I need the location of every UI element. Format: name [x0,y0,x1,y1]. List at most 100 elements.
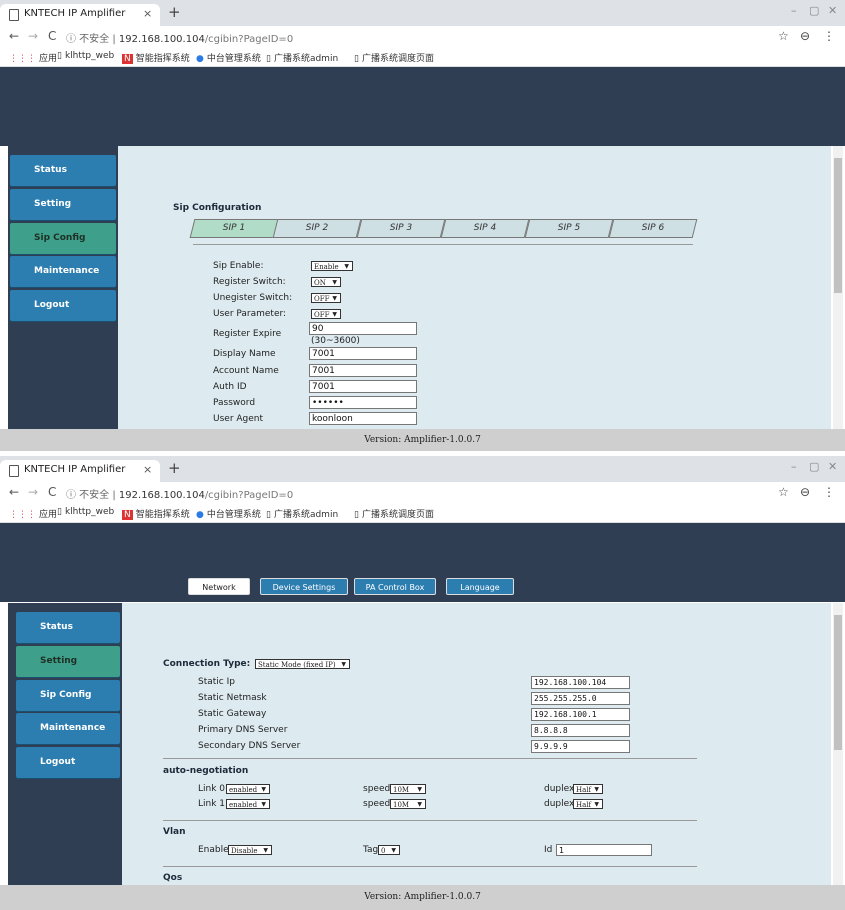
dropdown-arrow-icon: ▼ [261,786,266,793]
minimize-icon[interactable]: – [791,460,797,473]
bookmark-broadcast-dispatch[interactable]: ▯ 广播系统调度页面 [354,507,434,520]
account-icon[interactable]: ⊖ [800,485,810,499]
speed1-select[interactable]: 10M ▼ [390,799,426,809]
bookmark-zhongtai[interactable]: ● 中台管理系统 [196,51,261,64]
tab-language[interactable]: Language [446,578,514,595]
tab-sip-3[interactable]: SIP 3 [356,219,446,238]
forward-icon[interactable]: → [28,485,38,499]
nav-setting[interactable]: Setting [16,646,120,677]
account-name-input[interactable]: 7001 [309,364,417,377]
url-field[interactable]: ⓘ 不安全 | 192.168.100.104/cgibin?PageID=0 [66,486,293,501]
bookmark-broadcast-admin[interactable]: ▯ 广播系统admin [266,507,338,520]
duplex0-select[interactable]: Half ▼ [573,784,603,794]
tab-network[interactable]: Network [188,578,250,595]
bookmark-zhongtai[interactable]: ● 中台管理系统 [196,507,261,520]
page-icon: ▯ [57,507,62,517]
tab-sip-5[interactable]: SIP 5 [524,219,614,238]
sip-enable-label: Sip Enable: [213,261,264,271]
tab-sip-1[interactable]: SIP 1 [189,219,279,238]
password-label: Password [213,398,256,408]
tab-sip-6[interactable]: SIP 6 [608,219,698,238]
static-netmask-input[interactable]: 255.255.255.0 [531,692,630,705]
vlan-enable-select[interactable]: Disable ▼ [228,845,272,855]
bookmark-star-icon[interactable]: ☆ [778,29,789,43]
bookmark-broadcast-admin[interactable]: ▯ 广播系统admin [266,51,338,64]
close-tab-icon[interactable]: × [143,7,152,20]
reload-icon[interactable]: C [48,485,56,499]
close-tab-icon[interactable]: × [143,463,152,476]
scrollbar-thumb[interactable] [834,615,842,750]
new-tab-button[interactable]: + [168,3,181,21]
register-switch-select[interactable]: ON ▼ [311,277,341,287]
menu-icon[interactable]: ⋮ [823,485,835,499]
bookmark-apps[interactable]: ⋮⋮⋮ 应用 [9,51,57,64]
vlan-tag-select[interactable]: 0 ▼ [378,845,400,855]
nav-status[interactable]: Status [10,155,116,186]
static-gateway-input[interactable]: 192.168.100.1 [531,708,630,721]
browser-tab[interactable]: KNTECH IP Amplifier × [0,4,160,26]
static-ip-label: Static Ip [198,677,235,687]
secondary-dns-input[interactable]: 9.9.9.9 [531,740,630,753]
duplex1-select[interactable]: Half ▼ [573,799,603,809]
browser-window-network: KNTECH IP Amplifier × + – ▢ ✕ ← → C ⓘ 不安… [0,456,845,910]
new-tab-button[interactable]: + [168,459,181,477]
tab-device-settings[interactable]: Device Settings [260,578,348,595]
forward-icon[interactable]: → [28,29,38,43]
vlan-id-input[interactable]: 1 [556,844,652,856]
link0-select[interactable]: enabled ▼ [226,784,270,794]
tab-sip-4[interactable]: SIP 4 [440,219,530,238]
bookmark-klhttp[interactable]: ▯ klhttp_web [57,51,114,61]
link1-select[interactable]: enabled ▼ [226,799,270,809]
version-footer: Version: Amplifier-1.0.0.7 [0,885,845,910]
close-window-icon[interactable]: ✕ [828,4,837,17]
bookmark-klhttp[interactable]: ▯ klhttp_web [57,507,114,517]
connection-type-select[interactable]: Static Mode (fixed IP) ▼ [255,659,350,669]
register-expire-input[interactable]: 90 [309,322,417,335]
nav-maintenance[interactable]: Maintenance [10,256,116,287]
brand-icon: N [122,54,133,64]
tab-sip-2[interactable]: SIP 2 [272,219,362,238]
user-agent-input[interactable]: koonloon [309,412,417,425]
bookmark-zhihui[interactable]: N 智能指挥系统 [122,51,190,64]
dropdown-arrow-icon: ▼ [263,847,268,854]
close-window-icon[interactable]: ✕ [828,460,837,473]
nav-sip-config[interactable]: Sip Config [10,223,116,254]
circle-icon: ● [196,54,204,64]
browser-window-sip: KNTECH IP Amplifier × + – ▢ ✕ ← → C ⓘ 不安… [0,0,845,455]
static-ip-input[interactable]: 192.168.100.104 [531,676,630,689]
scrollbar[interactable] [833,603,843,885]
scrollbar[interactable] [833,146,843,429]
back-icon[interactable]: ← [9,29,19,43]
nav-logout[interactable]: Logout [16,747,120,778]
sip-enable-select[interactable]: Enable ▼ [311,261,353,271]
back-icon[interactable]: ← [9,485,19,499]
maximize-icon[interactable]: ▢ [809,460,819,473]
speed0-select[interactable]: 10M ▼ [390,784,426,794]
password-input[interactable]: •••••• [309,396,417,409]
auth-id-input[interactable]: 7001 [309,380,417,393]
nav-sip-config[interactable]: Sip Config [16,680,120,711]
nav-status[interactable]: Status [16,612,120,643]
primary-dns-input[interactable]: 8.8.8.8 [531,724,630,737]
user-parameter-select[interactable]: OFF ▼ [311,309,341,319]
nav-maintenance[interactable]: Maintenance [16,713,120,744]
bookmark-apps[interactable]: ⋮⋮⋮ 应用 [9,507,57,520]
bookmarks-bar: ⋮⋮⋮ 应用 ▯ klhttp_web N 智能指挥系统 ● 中台管理系统 ▯ 广播系统a… [0,504,845,523]
maximize-icon[interactable]: ▢ [809,4,819,17]
url-field[interactable]: ⓘ 不安全 | 192.168.100.104/cgibin?PageID=0 [66,30,293,45]
display-name-input[interactable]: 7001 [309,347,417,360]
nav-logout[interactable]: Logout [10,290,116,321]
bookmark-star-icon[interactable]: ☆ [778,485,789,499]
secondary-dns-label: Secondary DNS Server [198,741,301,751]
reload-icon[interactable]: C [48,29,56,43]
account-icon[interactable]: ⊖ [800,29,810,43]
menu-icon[interactable]: ⋮ [823,29,835,43]
bookmark-zhihui[interactable]: N 智能指挥系统 [122,507,190,520]
nav-setting[interactable]: Setting [10,189,116,220]
scrollbar-thumb[interactable] [834,158,842,293]
tab-pa-control-box[interactable]: PA Control Box [354,578,436,595]
bookmark-broadcast-dispatch[interactable]: ▯ 广播系统调度页面 [354,51,434,64]
unregister-switch-select[interactable]: OFF ▼ [311,293,341,303]
browser-tab[interactable]: KNTECH IP Amplifier × [0,460,160,482]
minimize-icon[interactable]: – [791,4,797,17]
